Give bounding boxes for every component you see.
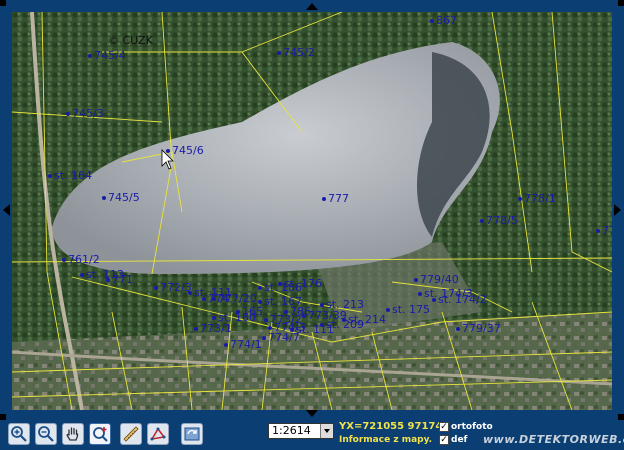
parcel-marker-icon <box>418 292 422 296</box>
parcel-marker-icon <box>284 310 288 314</box>
parcel-label[interactable]: 77 <box>596 225 612 237</box>
map-frame: © CUZK 867 745/4 745/2 745/3 745/6 st. 1… <box>0 0 624 420</box>
zoom-in-button[interactable] <box>8 423 30 445</box>
parcel-marker-icon <box>224 343 228 347</box>
map-toolbar: 1:2614 YX=721055 971741 Informace z mapy… <box>0 420 624 450</box>
measure-distance-button[interactable] <box>120 423 142 445</box>
parcel-marker-icon <box>278 282 282 286</box>
parcel-marker-icon <box>596 229 600 233</box>
parcel-marker-icon <box>290 328 294 332</box>
refresh-icon <box>184 427 200 441</box>
parcel-marker-icon <box>202 297 206 301</box>
parcel-marker-icon <box>212 297 216 301</box>
parcel-label[interactable]: st. 111 <box>290 324 334 336</box>
zoom-box-button[interactable] <box>89 423 111 445</box>
refresh-button[interactable] <box>181 423 203 445</box>
parcel-marker-icon <box>154 286 158 290</box>
measure-area-button[interactable] <box>147 423 169 445</box>
map-canvas[interactable]: © CUZK 867 745/4 745/2 745/3 745/6 st. 1… <box>12 12 612 410</box>
parcel-marker-icon <box>80 273 84 277</box>
parcel-label[interactable]: st. 164 <box>48 170 92 182</box>
parcel-marker-icon <box>386 308 390 312</box>
parcel-label[interactable]: 779/40 <box>414 274 459 286</box>
parcel-label[interactable]: 777 <box>322 193 349 205</box>
parcel-marker-icon <box>430 19 434 23</box>
parcel-marker-icon <box>302 314 306 318</box>
zoom-out-button[interactable] <box>35 423 57 445</box>
parcel-marker-icon <box>212 316 216 320</box>
parcel-marker-icon <box>258 300 262 304</box>
parcel-label[interactable]: 771 <box>106 274 133 286</box>
chevron-down-icon[interactable] <box>320 424 333 438</box>
cursor-coordinates: YX=721055 971741 <box>339 421 450 432</box>
measure-icon <box>123 426 139 442</box>
parcel-label[interactable]: 774/1 <box>224 339 262 351</box>
parcel-label[interactable]: st. 213 <box>320 299 364 311</box>
parcel-label[interactable]: 745/3 <box>66 108 104 120</box>
parcel-marker-icon <box>414 278 418 282</box>
parcel-label[interactable]: 745/5 <box>102 192 140 204</box>
parcel-marker-icon <box>62 258 66 262</box>
ortofoto-checkbox[interactable]: ✓ <box>439 422 449 432</box>
pan-button[interactable] <box>62 423 84 445</box>
ortofoto-label: ortofoto <box>451 422 493 432</box>
pan-hand-icon <box>66 427 79 441</box>
watermark-text: www.DETEKTORWEB.cz <box>483 433 624 446</box>
frame-corner <box>618 0 624 6</box>
second-layer-label: def <box>451 435 468 445</box>
zoom-in-icon <box>11 426 27 442</box>
parcel-marker-icon <box>456 327 460 331</box>
parcel-marker-icon <box>322 197 326 201</box>
parcel-marker-icon <box>66 112 70 116</box>
pan-north-arrow-icon[interactable] <box>306 3 318 10</box>
parcel-label[interactable]: st. 175 <box>386 304 430 316</box>
parcel-marker-icon <box>166 149 170 153</box>
parcel-marker-icon <box>480 219 484 223</box>
parcel-label[interactable]: 778/1 <box>518 193 556 205</box>
parcel-marker-icon <box>188 291 192 295</box>
parcel-marker-icon <box>88 54 92 58</box>
parcel-label[interactable]: st. 176 <box>278 278 322 290</box>
parcel-marker-icon <box>48 174 52 178</box>
parcel-marker-icon <box>320 303 324 307</box>
pan-east-arrow-icon[interactable] <box>614 204 621 216</box>
parcel-label[interactable]: 779/37 <box>456 323 501 335</box>
parcel-marker-icon <box>262 336 266 340</box>
parcel-marker-icon <box>518 197 522 201</box>
parcel-marker-icon <box>432 298 436 302</box>
parcel-label[interactable]: 778/5 <box>480 215 518 227</box>
copyright-label: © CUZK <box>108 34 153 47</box>
parcel-marker-icon <box>102 196 106 200</box>
parcel-label[interactable]: st. 174/2 <box>432 294 487 306</box>
parcel-marker-icon <box>258 286 262 290</box>
map-info-link[interactable]: Informace z mapy. <box>339 435 432 445</box>
second-layer-checkbox[interactable]: ✓ <box>439 435 449 445</box>
area-icon <box>150 427 166 441</box>
scale-select[interactable]: 1:2614 <box>268 423 334 439</box>
orthophoto-layer <box>12 12 612 410</box>
parcel-marker-icon <box>277 51 281 55</box>
parcel-label[interactable]: 745/4 <box>88 50 126 62</box>
parcel-label[interactable]: 761/2 <box>62 254 100 266</box>
zoom-box-icon <box>93 427 108 442</box>
parcel-marker-icon <box>268 326 272 330</box>
parcel-label[interactable]: 772/3 <box>154 282 192 294</box>
parcel-marker-icon <box>194 327 198 331</box>
pan-south-arrow-icon[interactable] <box>306 410 318 417</box>
parcel-label[interactable]: 745/2 <box>277 47 315 59</box>
parcel-label[interactable]: 777/20 <box>212 293 257 305</box>
parcel-label[interactable]: 745/6 <box>166 145 204 157</box>
zoom-out-icon <box>38 426 54 442</box>
pan-west-arrow-icon[interactable] <box>3 204 10 216</box>
frame-corner <box>0 0 6 6</box>
parcel-marker-icon <box>106 278 110 282</box>
parcel-label[interactable]: 867 <box>430 15 457 27</box>
parcel-label[interactable]: 773/1 <box>194 323 232 335</box>
scale-value: 1:2614 <box>272 424 311 437</box>
